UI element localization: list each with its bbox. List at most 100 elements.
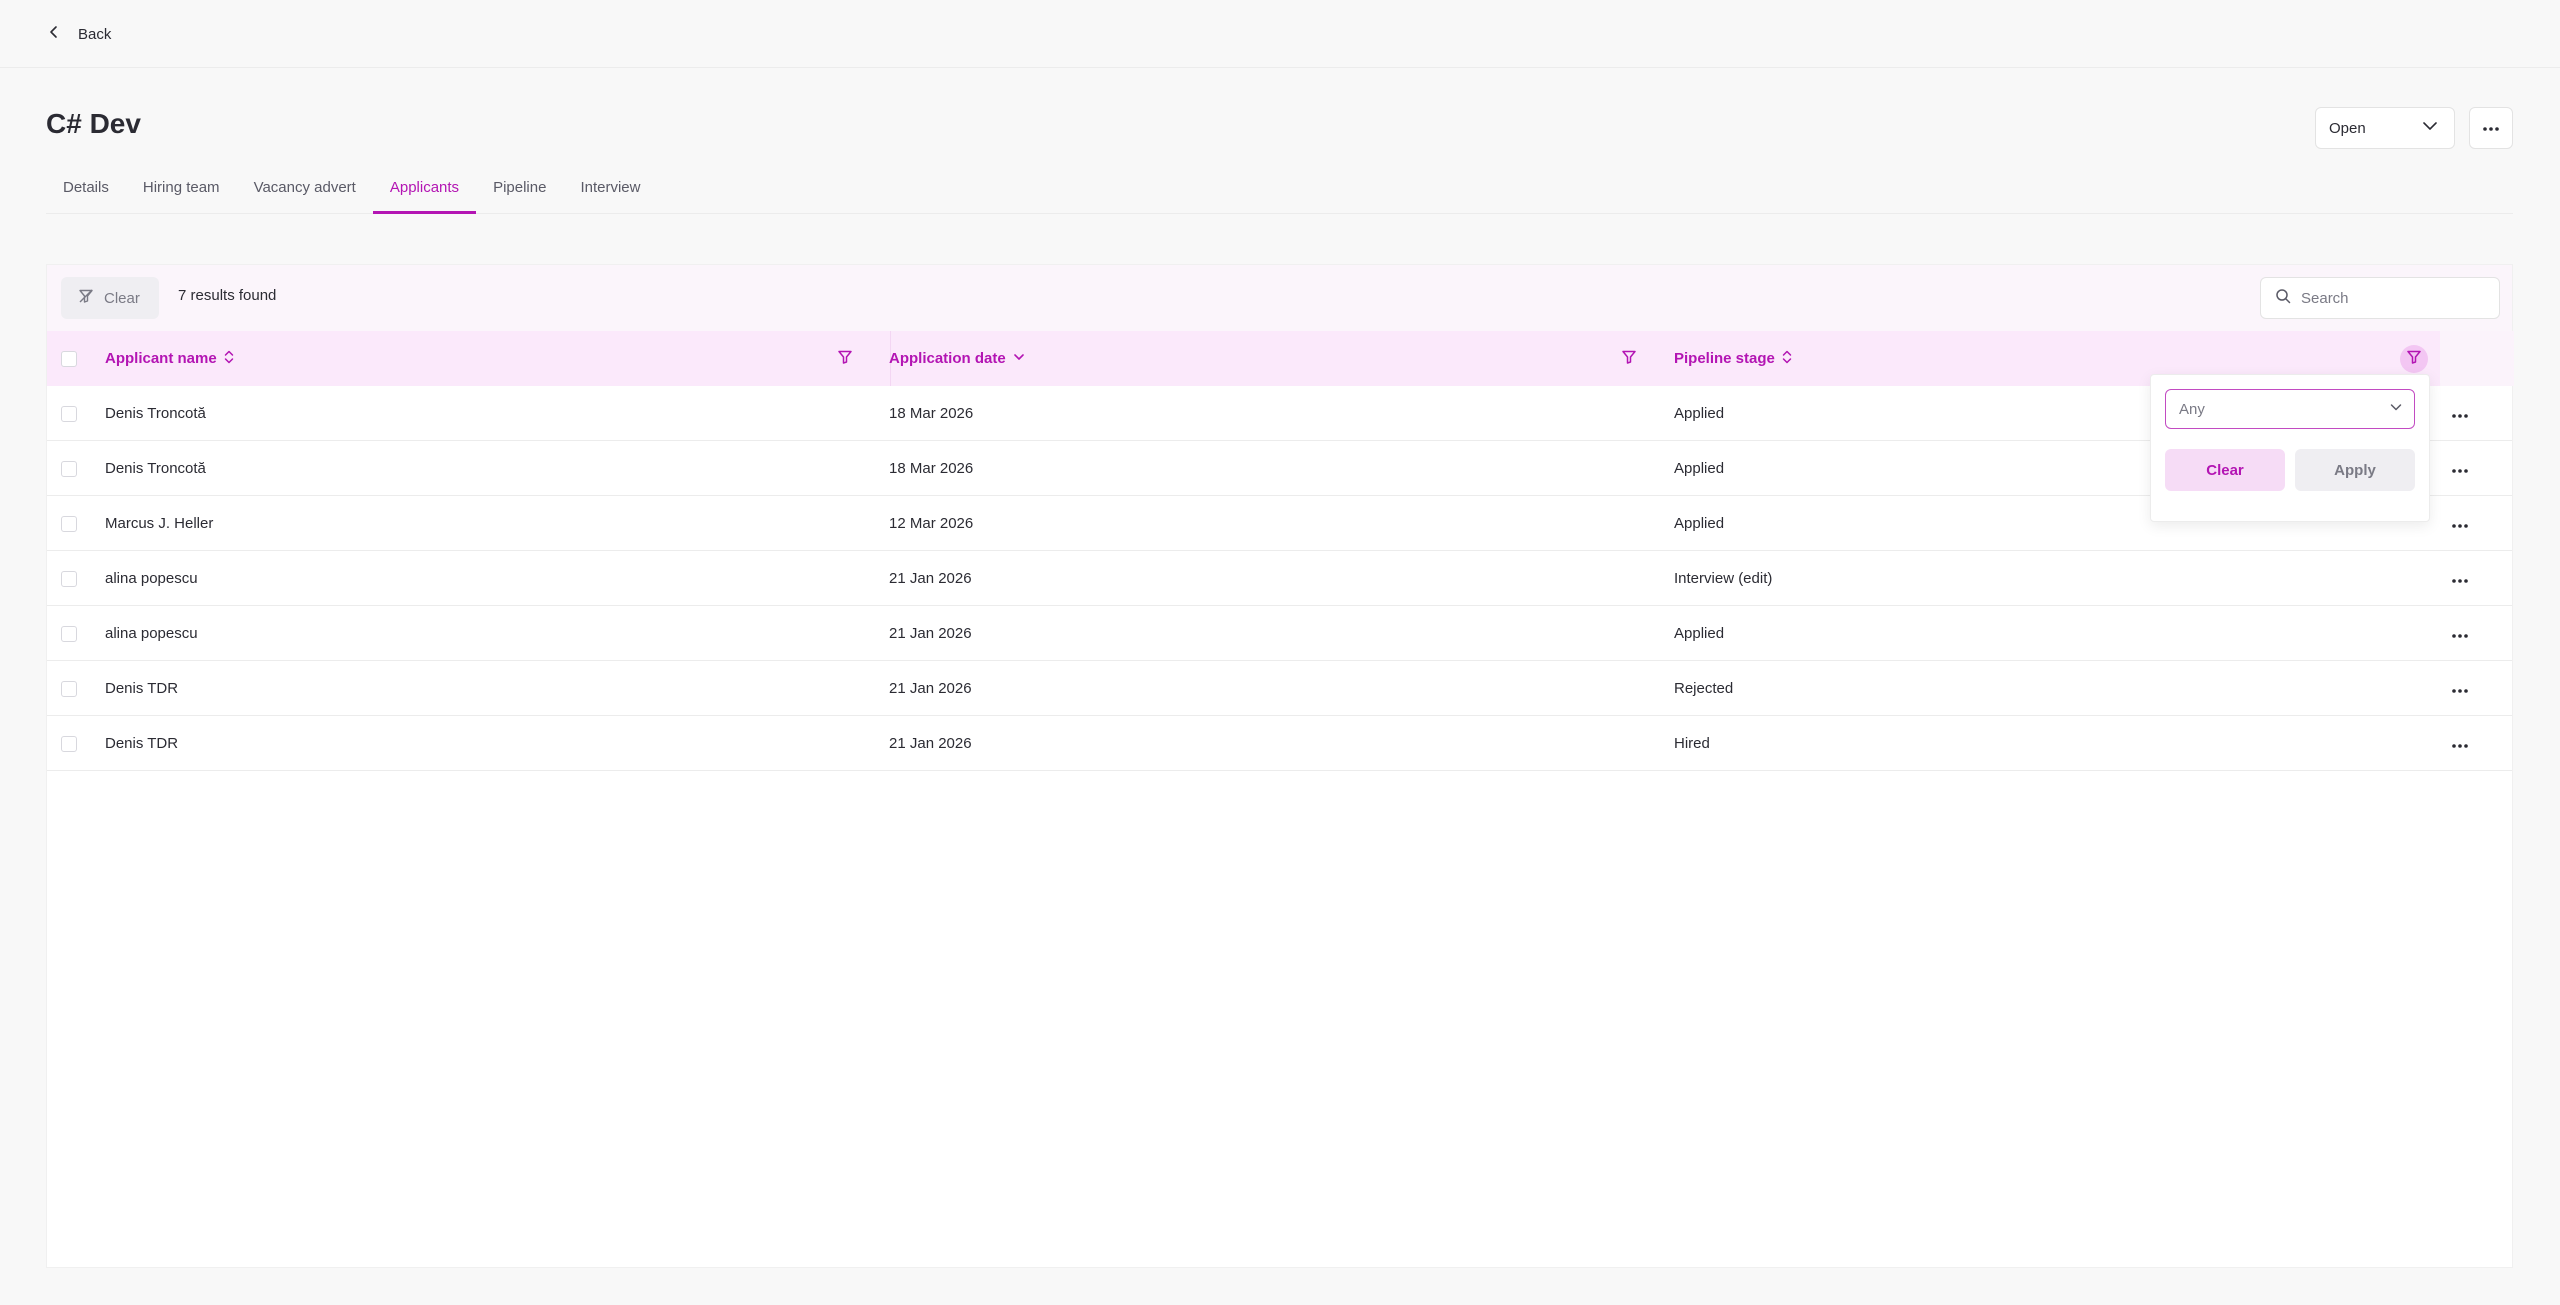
application-date: 12 Mar 2026 <box>889 515 974 532</box>
results-count: 7 results found <box>178 287 277 304</box>
chevron-down-icon <box>2388 399 2404 419</box>
applicant-name[interactable]: Denis Troncotă <box>105 386 206 441</box>
select-all-cell <box>61 331 91 386</box>
column-applicant-name: Applicant name <box>105 331 915 386</box>
select-all-checkbox[interactable] <box>61 350 77 367</box>
tab-label: Applicants <box>389 179 460 196</box>
applicant-name[interactable]: Denis TDR <box>105 716 178 771</box>
table-row[interactable]: alina popescu 21 Jan 2026 Applied <box>47 606 2512 661</box>
status-dropdown[interactable]: Open <box>2315 107 2455 149</box>
more-horizontal-icon <box>2451 681 2469 698</box>
pipeline-stage: Interview (edit) <box>1674 570 1773 587</box>
tab-details[interactable]: Details <box>46 162 126 213</box>
page-title: C# Dev <box>46 108 141 139</box>
more-options-button[interactable] <box>2469 107 2513 149</box>
application-date: 21 Jan 2026 <box>889 680 972 697</box>
tab-pipeline[interactable]: Pipeline <box>476 162 563 213</box>
column-label: Applicant name <box>105 350 217 367</box>
back-button[interactable]: Back <box>46 20 111 48</box>
tab-label: Pipeline <box>493 179 547 196</box>
chevron-left-icon <box>46 24 62 44</box>
tab-bar: Details Hiring team Vacancy advert Appli… <box>46 162 2513 214</box>
row-checkbox[interactable] <box>61 405 77 422</box>
applicant-name[interactable]: Denis Troncotă <box>105 441 206 496</box>
application-date: 21 Jan 2026 <box>889 735 972 752</box>
application-date: 21 Jan 2026 <box>889 625 972 642</box>
applicant-name[interactable]: Denis TDR <box>105 661 178 716</box>
search-box <box>2260 277 2500 319</box>
tab-label: Interview <box>580 179 641 196</box>
pipeline-stage: Applied <box>1674 515 1725 532</box>
column-label: Pipeline stage <box>1674 350 1775 367</box>
filter-off-icon <box>78 288 94 308</box>
table-header: Applicant name Application date Pipeline… <box>47 331 2514 386</box>
table-row[interactable]: Denis TDR 21 Jan 2026 Rejected <box>47 661 2512 716</box>
applicant-name[interactable]: Marcus J. Heller <box>105 496 213 551</box>
sort-pipeline-stage[interactable]: Pipeline stage <box>1674 349 1793 369</box>
column-label: Application date <box>889 350 1006 367</box>
row-more-button[interactable] <box>2446 455 2474 483</box>
table-row[interactable]: Marcus J. Heller 12 Mar 2026 Applied <box>47 496 2512 551</box>
pipeline-stage: Applied <box>1674 460 1725 477</box>
tab-label: Hiring team <box>142 179 220 196</box>
search-input[interactable] <box>2301 289 2481 307</box>
applicant-name[interactable]: alina popescu <box>105 606 198 661</box>
row-checkbox[interactable] <box>61 735 77 752</box>
row-checkbox[interactable] <box>61 625 77 642</box>
table-row[interactable]: Denis TDR 21 Jan 2026 Hired <box>47 716 2512 771</box>
clear-filters-button[interactable]: Clear <box>61 277 159 319</box>
filter-pipeline-stage-button[interactable] <box>2400 345 2428 373</box>
row-checkbox[interactable] <box>61 515 77 532</box>
row-more-button[interactable] <box>2446 510 2474 538</box>
more-horizontal-icon <box>2451 461 2469 478</box>
applicant-name[interactable]: alina popescu <box>105 551 198 606</box>
sort-both-icon <box>223 349 235 369</box>
pipeline-stage-filter-popover: Any Clear Apply <box>2150 374 2430 522</box>
table-row[interactable]: alina popescu 21 Jan 2026 Interview (edi… <box>47 551 2512 606</box>
filter-select-value: Any <box>2179 400 2205 418</box>
applicants-table-card: Clear 7 results found Applicant name <box>46 264 2514 1268</box>
filter-apply-button[interactable]: Apply <box>2295 449 2415 491</box>
application-date: 21 Jan 2026 <box>889 570 972 587</box>
row-more-button[interactable] <box>2446 620 2474 648</box>
back-label: Back <box>78 25 112 43</box>
more-horizontal-icon <box>2451 516 2469 533</box>
row-checkbox[interactable] <box>61 570 77 587</box>
pipeline-stage: Applied <box>1674 625 1725 642</box>
row-more-button[interactable] <box>2446 565 2474 593</box>
tab-interview[interactable]: Interview <box>563 162 657 213</box>
row-more-button[interactable] <box>2446 400 2474 428</box>
filter-application-date-button[interactable] <box>1615 345 1643 373</box>
sort-desc-icon <box>1012 350 1026 368</box>
filter-icon <box>837 349 853 370</box>
row-checkbox[interactable] <box>61 460 77 477</box>
pipeline-stage: Applied <box>1674 405 1725 422</box>
row-checkbox[interactable] <box>61 680 77 697</box>
table-row[interactable]: Denis Troncotă 18 Mar 2026 Applied <box>47 441 2512 496</box>
more-horizontal-icon <box>2451 406 2469 423</box>
row-more-button[interactable] <box>2446 730 2474 758</box>
filter-clear-button[interactable]: Clear <box>2165 449 2285 491</box>
tab-hiring-team[interactable]: Hiring team <box>126 162 237 213</box>
tab-applicants[interactable]: Applicants <box>372 162 477 214</box>
clear-label: Clear <box>104 289 140 307</box>
filter-applicant-name-button[interactable] <box>831 345 859 373</box>
row-more-button[interactable] <box>2446 675 2474 703</box>
application-date: 18 Mar 2026 <box>889 405 974 422</box>
pipeline-stage-filter-select[interactable]: Any <box>2165 389 2415 429</box>
table-row[interactable]: Denis Troncotă 18 Mar 2026 Applied <box>47 386 2512 441</box>
more-horizontal-icon <box>2451 626 2469 643</box>
filter-icon <box>2406 349 2422 370</box>
sort-applicant-name[interactable]: Applicant name <box>105 349 235 369</box>
tab-vacancy-advert[interactable]: Vacancy advert <box>237 162 373 213</box>
status-value: Open <box>2329 119 2366 137</box>
more-horizontal-icon <box>2451 571 2469 588</box>
search-icon <box>2275 288 2291 309</box>
tab-label: Vacancy advert <box>253 179 356 196</box>
top-bar: Back <box>0 0 2560 68</box>
application-date: 18 Mar 2026 <box>889 460 974 477</box>
sort-application-date[interactable]: Application date <box>889 350 1026 368</box>
table-toolbar: Clear 7 results found <box>47 265 2512 331</box>
filter-icon <box>1621 349 1637 370</box>
sort-both-icon <box>1781 349 1793 369</box>
